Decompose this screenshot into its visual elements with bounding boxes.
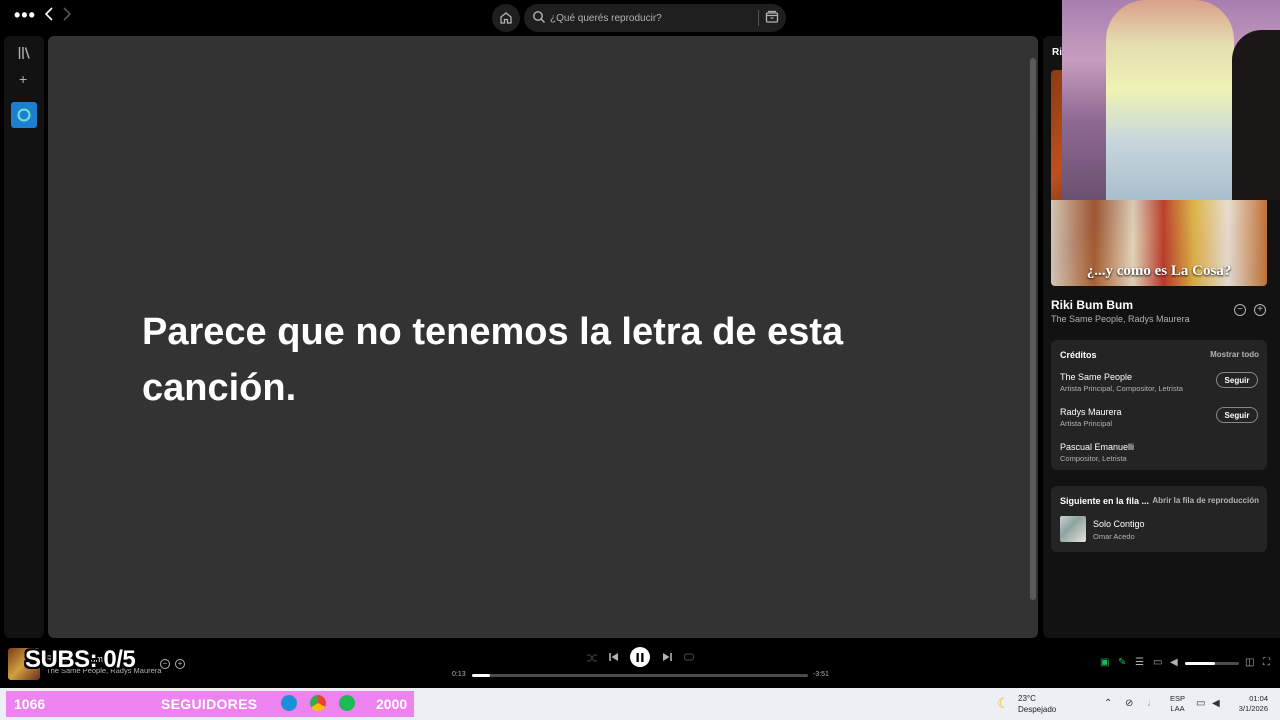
search-input[interactable] bbox=[550, 10, 750, 26]
progress-fill bbox=[472, 674, 491, 677]
repeat-icon[interactable] bbox=[683, 651, 695, 663]
song-artists[interactable]: The Same People, Radys Maurera bbox=[1051, 314, 1190, 324]
chrome-icon[interactable] bbox=[310, 695, 326, 711]
song-title[interactable]: Riki Bum Bum bbox=[1051, 298, 1133, 312]
home-button[interactable] bbox=[492, 4, 520, 32]
previous-icon[interactable] bbox=[608, 651, 620, 663]
left-sidebar: + bbox=[4, 36, 44, 638]
queue-icon[interactable]: ☰ bbox=[1135, 658, 1144, 668]
queue-track-artist: Omar Acedo bbox=[1093, 532, 1135, 541]
lyrics-scrollbar[interactable] bbox=[1030, 58, 1036, 600]
volume-fill bbox=[1185, 662, 1215, 665]
weather-moon-icon[interactable]: ☾ bbox=[997, 695, 1010, 711]
library-icon[interactable] bbox=[18, 46, 30, 60]
follow-button[interactable]: Seguir bbox=[1216, 407, 1258, 423]
clock-time: 01:04 bbox=[1249, 694, 1268, 703]
microphone-icon[interactable]: ♩ bbox=[1147, 698, 1157, 710]
speaker-icon[interactable]: ◀ bbox=[1212, 698, 1220, 710]
spotify-icon[interactable] bbox=[339, 695, 355, 711]
windows-taskbar: 1066 SEGUIDORES 2000 ☾ 23°C Despejado ⌃ … bbox=[0, 688, 1280, 720]
create-plus-icon[interactable]: + bbox=[19, 72, 27, 86]
followers-label: SEGUIDORES bbox=[161, 696, 258, 712]
open-queue-link[interactable]: Abrir la fila de reproducción bbox=[1152, 496, 1259, 505]
followers-goal: 2000 bbox=[376, 696, 408, 712]
pause-icon bbox=[636, 652, 644, 662]
forward-arrow-icon[interactable] bbox=[62, 7, 76, 25]
remaining-time: -3:51 bbox=[813, 671, 829, 678]
tray-chevron-up-icon[interactable]: ⌃ bbox=[1104, 698, 1112, 710]
connect-device-icon[interactable]: ▭ bbox=[1153, 658, 1162, 668]
cover-caption: ¿...y como es La Cosa? bbox=[1086, 263, 1232, 279]
queue-next-item[interactable]: Solo Contigo Omar Acedo bbox=[1060, 516, 1258, 544]
network-off-icon[interactable]: ⊘ bbox=[1125, 698, 1133, 710]
progress-bar[interactable] bbox=[472, 674, 808, 677]
edge-icon[interactable] bbox=[281, 695, 297, 711]
show-all-link[interactable]: Mostrar todo bbox=[1210, 350, 1259, 359]
system-clock[interactable]: 01:04 3/1/2026 bbox=[1232, 694, 1268, 714]
credit-name: Pascual Emanuelli bbox=[1060, 442, 1135, 452]
browse-icon[interactable] bbox=[765, 10, 779, 24]
now-playing-view-icon[interactable]: ▣ bbox=[1100, 658, 1109, 668]
credit-item: The Same People Artista Principal, Compo… bbox=[1060, 372, 1258, 400]
fullscreen-icon[interactable]: ⛶ bbox=[1263, 658, 1270, 668]
search-bar[interactable] bbox=[524, 4, 786, 32]
language-code: ESP bbox=[1170, 694, 1186, 703]
credit-item: Pascual Emanuelli Compositor, Letrista bbox=[1060, 442, 1258, 470]
playlist-ring-icon bbox=[17, 108, 31, 122]
search-icon bbox=[533, 11, 545, 23]
lyrics-mic-icon[interactable]: ✎ bbox=[1118, 658, 1126, 668]
weather-desc[interactable]: Despejado bbox=[1018, 705, 1056, 714]
credit-role: Compositor, Letrista bbox=[1060, 454, 1127, 463]
search-divider bbox=[758, 10, 759, 26]
subs-overlay-text: SUBS: 0/5 bbox=[25, 646, 136, 673]
menu-dots-icon[interactable]: ••• bbox=[14, 6, 36, 24]
webcam-person bbox=[1106, 0, 1234, 200]
queue-title: Siguiente en la fila ... bbox=[1060, 496, 1150, 506]
volume-icon[interactable]: ◀ bbox=[1170, 658, 1178, 668]
display-icon[interactable]: ▭ bbox=[1196, 698, 1205, 710]
pause-button[interactable] bbox=[630, 647, 650, 667]
credits-card: Créditos Mostrar todo The Same People Ar… bbox=[1051, 340, 1267, 470]
clock-date: 3/1/2026 bbox=[1238, 704, 1268, 713]
shuffle-icon[interactable] bbox=[586, 652, 598, 664]
queue-card: Siguiente en la fila ... Abrir la fila d… bbox=[1051, 486, 1267, 552]
volume-slider[interactable] bbox=[1185, 662, 1239, 665]
credits-title: Créditos bbox=[1060, 350, 1097, 360]
weather-temp[interactable]: 23°C bbox=[1018, 694, 1036, 703]
add-to-library-icon[interactable]: + bbox=[1254, 304, 1266, 316]
webcam-background-object bbox=[1232, 30, 1280, 200]
language-indicator[interactable]: ESP LAA bbox=[1170, 694, 1185, 714]
elapsed-time: 0:13 bbox=[452, 671, 466, 678]
no-lyrics-message: Parece que no tenemos la letra de esta c… bbox=[142, 311, 844, 409]
player-bar: Riki Bum Bum The Same People, Radys Maur… bbox=[0, 640, 1280, 688]
credit-item: Radys Maurera Artista Principal Seguir bbox=[1060, 407, 1258, 435]
credit-name[interactable]: The Same People bbox=[1060, 372, 1132, 382]
queue-track-name: Solo Contigo bbox=[1093, 519, 1145, 529]
remove-from-library-icon[interactable]: − bbox=[1234, 304, 1246, 316]
next-icon[interactable] bbox=[661, 651, 673, 663]
follow-button[interactable]: Seguir bbox=[1216, 372, 1258, 388]
add-icon[interactable]: + bbox=[175, 659, 185, 669]
home-icon bbox=[500, 12, 512, 24]
miniplayer-icon[interactable]: ◫ bbox=[1245, 658, 1254, 668]
keyboard-layout: LAA bbox=[1170, 704, 1185, 713]
credit-role: Artista Principal bbox=[1060, 419, 1113, 428]
back-arrow-icon[interactable] bbox=[44, 7, 58, 25]
sidebar-playlist-thumbnail[interactable] bbox=[11, 102, 37, 128]
queue-thumbnail bbox=[1060, 516, 1086, 542]
lyrics-panel: Parece que no tenemos la letra de esta c… bbox=[48, 36, 1038, 638]
remove-icon[interactable]: − bbox=[160, 659, 170, 669]
credit-name[interactable]: Radys Maurera bbox=[1060, 407, 1122, 417]
webcam-overlay bbox=[1062, 0, 1280, 200]
followers-count: 1066 bbox=[14, 696, 46, 712]
credit-role: Artista Principal, Compositor, Letrista bbox=[1060, 384, 1183, 393]
